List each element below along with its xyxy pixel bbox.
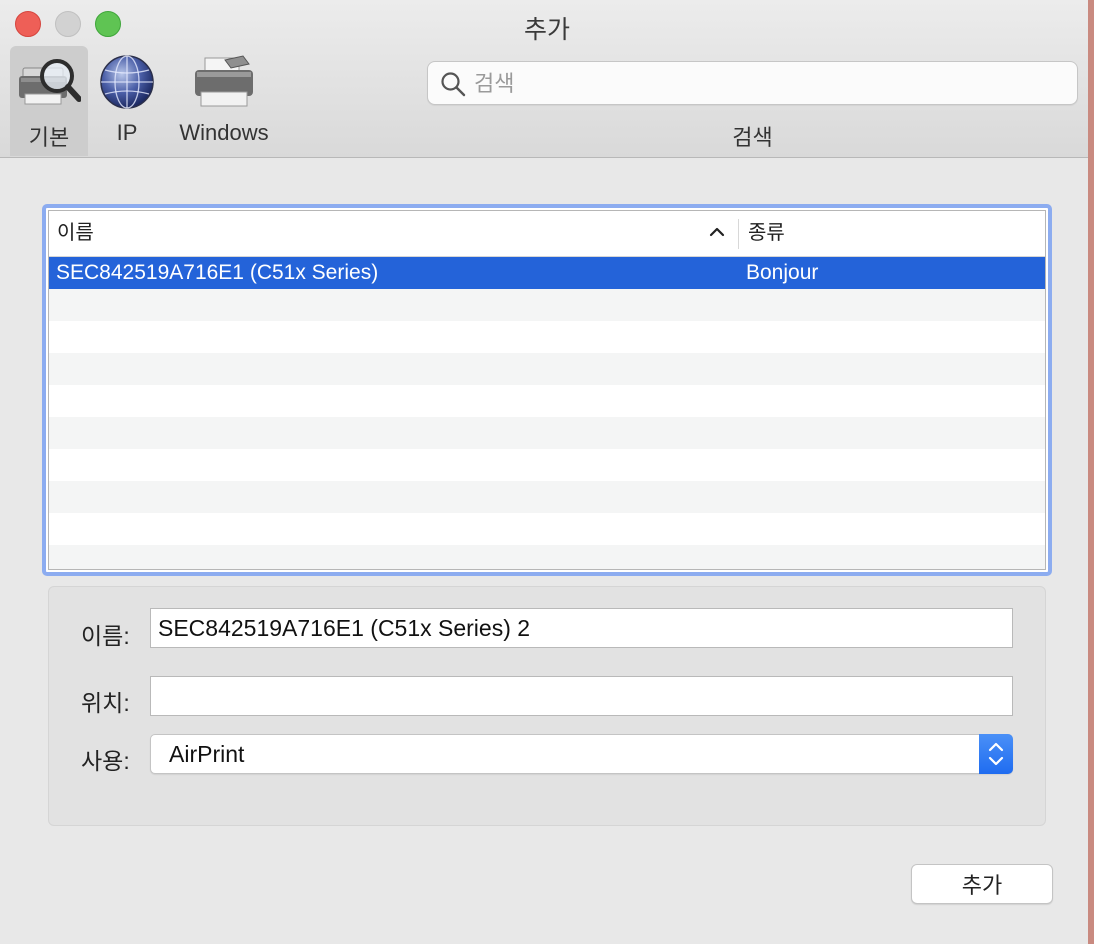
column-header-name[interactable]: 이름 xyxy=(57,211,737,256)
toolbar-label-ip: IP xyxy=(116,120,138,145)
window-title: 추가 xyxy=(523,16,570,44)
printer-kind-cell: Bonjour xyxy=(746,261,819,284)
select-stepper-icon[interactable] xyxy=(979,734,1013,774)
search-caption: 검색 xyxy=(732,125,773,150)
empty-row xyxy=(49,353,1045,385)
toolbar-tab-ip[interactable]: IP xyxy=(92,46,162,156)
column-header-name-label: 이름 xyxy=(57,222,94,244)
printer-list: 이름 종류 SEC842519A716E1 (C51x Series) Bonj… xyxy=(42,204,1052,576)
printer-magnifier-icon xyxy=(17,52,82,119)
empty-row xyxy=(49,385,1045,417)
printer-icon xyxy=(191,52,257,117)
empty-row xyxy=(49,513,1045,545)
driver-select-value: AirPrint xyxy=(169,741,245,767)
empty-row xyxy=(49,545,1045,569)
toolbar-label-default: 기본 xyxy=(28,125,70,150)
toolbar-tab-windows[interactable]: Windows xyxy=(172,46,276,156)
toolbar-tab-default[interactable]: 기본 xyxy=(10,46,88,156)
table-row[interactable]: SEC842519A716E1 (C51x Series) Bonjour xyxy=(49,257,1045,289)
toolbar-label-windows: Windows xyxy=(179,120,269,145)
empty-row xyxy=(49,481,1045,513)
sort-ascending-icon xyxy=(709,224,725,245)
empty-row xyxy=(49,417,1045,449)
search-input[interactable] xyxy=(472,68,1066,100)
printer-details-panel: 이름: 위치: 사용: AirPrint xyxy=(48,586,1046,826)
printer-name-field[interactable] xyxy=(150,608,1013,648)
search-field[interactable] xyxy=(427,61,1078,105)
empty-row xyxy=(49,449,1045,481)
globe-icon xyxy=(98,52,156,117)
empty-row xyxy=(49,321,1045,353)
location-field[interactable] xyxy=(150,676,1013,716)
background-window-edge xyxy=(1088,0,1094,944)
table-body: SEC842519A716E1 (C51x Series) Bonjour xyxy=(49,257,1045,569)
column-header-kind-label: 종류 xyxy=(748,222,785,244)
window-toolbar: 추가 기본 IP Windows 검색 검색 xyxy=(0,0,1094,158)
empty-row xyxy=(49,289,1045,321)
printer-table: 이름 종류 SEC842519A716E1 (C51x Series) Bonj… xyxy=(48,210,1046,570)
add-button[interactable]: 추가 xyxy=(911,864,1053,904)
driver-select[interactable]: AirPrint xyxy=(150,734,1013,774)
table-header: 이름 종류 xyxy=(49,211,1045,257)
column-divider[interactable] xyxy=(738,219,739,249)
column-header-kind[interactable]: 종류 xyxy=(748,211,785,256)
search-icon xyxy=(440,71,466,102)
printer-name-cell: SEC842519A716E1 (C51x Series) xyxy=(56,261,379,284)
